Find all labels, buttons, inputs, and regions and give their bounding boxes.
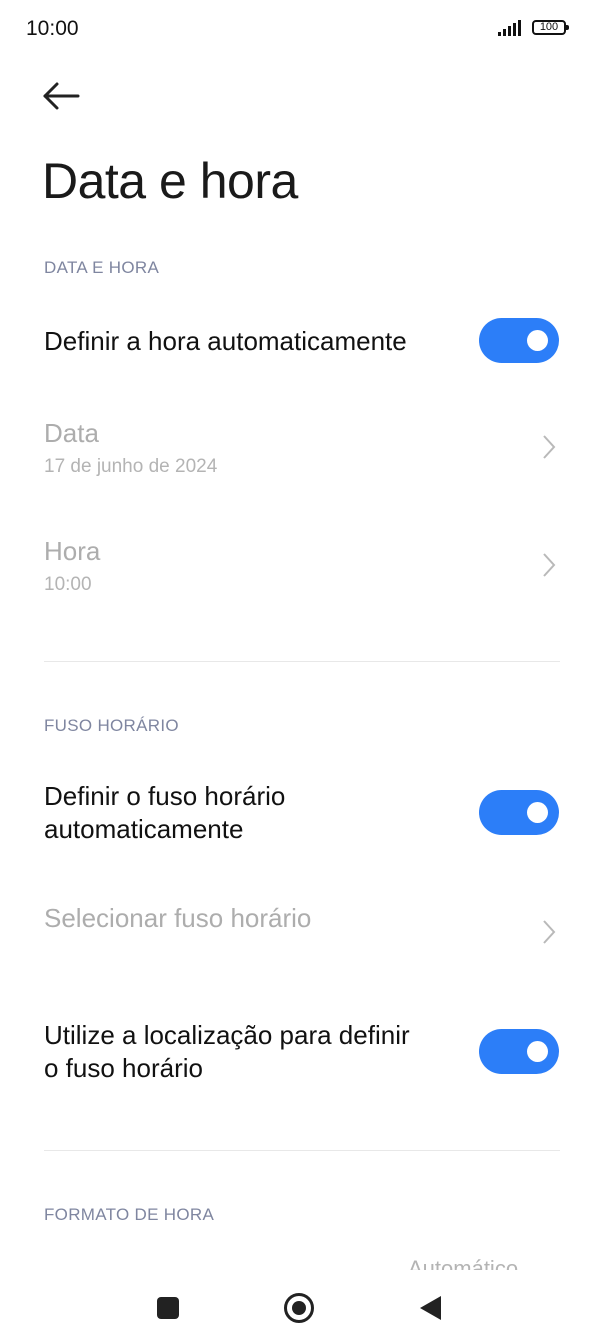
section-divider [44,1150,560,1151]
status-time: 10:00 [26,17,79,40]
chevron-right-icon [543,435,556,459]
time-format-value[interactable]: Automático [408,1256,518,1270]
battery-icon: 100 [532,20,569,35]
section-heading-time-format: FORMATO DE HORA [44,1205,215,1224]
triangle-back-icon[interactable] [420,1296,441,1320]
auto-timezone-row[interactable]: Definir o fuso horário automaticamente [0,770,604,860]
circle-home-icon[interactable] [284,1293,314,1323]
time-label: Hora [44,536,101,566]
auto-timezone-label-line2: automaticamente [44,814,244,844]
auto-timezone-toggle[interactable] [479,790,559,835]
time-value: 10:00 [44,574,92,595]
arrow-left-icon [43,82,80,110]
section-heading-timezone: FUSO HORÁRIO [44,716,179,735]
time-row[interactable]: Hora 10:00 [0,520,604,620]
toggle-knob [527,330,548,351]
section-heading-date-time: DATA E HORA [44,258,160,277]
auto-time-toggle[interactable] [479,318,559,363]
use-location-label-line2: o fuso horário [44,1053,203,1083]
section-divider [44,661,560,662]
back-button[interactable] [40,78,84,114]
select-timezone-label: Selecionar fuso horário [44,903,312,933]
use-location-toggle[interactable] [479,1029,559,1074]
status-bar: 10:00 100 [0,0,604,58]
chevron-right-icon [543,920,556,944]
date-label: Data [44,418,99,448]
chevron-right-icon [543,553,556,577]
signal-icon [498,20,521,36]
use-location-label-line1: Utilize a localização para definir [44,1020,410,1050]
battery-level: 100 [539,21,559,33]
auto-time-label: Definir a hora automaticamente [44,326,407,356]
auto-timezone-label-line1: Definir o fuso horário [44,781,286,811]
square-icon[interactable] [157,1297,179,1319]
navigation-bar [0,1282,604,1344]
toggle-knob [527,1041,548,1062]
use-location-row[interactable]: Utilize a localização para definir o fus… [0,1010,604,1100]
date-value: 17 de junho de 2024 [44,456,218,477]
date-row[interactable]: Data 17 de junho de 2024 [0,400,604,500]
page-title: Data e hora [42,153,298,209]
select-timezone-row[interactable]: Selecionar fuso horário [0,890,604,970]
auto-time-row[interactable]: Definir a hora automaticamente [0,300,604,386]
toggle-knob [527,802,548,823]
